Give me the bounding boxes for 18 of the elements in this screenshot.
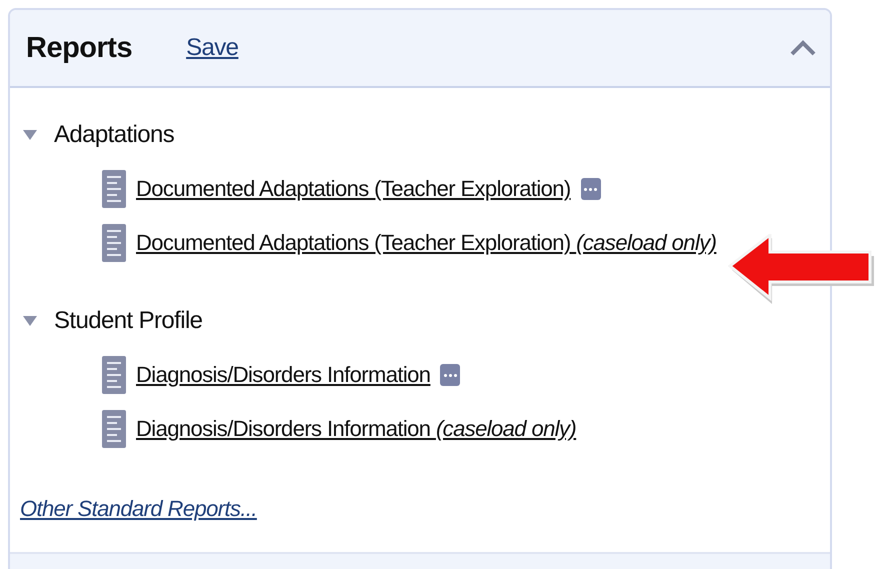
collapse-icon[interactable]: [790, 40, 816, 56]
report-link[interactable]: Diagnosis/Disorders Information (caseload only): [136, 416, 576, 442]
panel-title: Reports: [26, 32, 132, 64]
more-button[interactable]: [440, 364, 460, 386]
save-link[interactable]: Save: [186, 34, 238, 62]
document-icon: [102, 410, 126, 448]
expand-toggle-icon[interactable]: [22, 314, 38, 328]
document-icon: [102, 224, 126, 262]
expand-toggle-icon[interactable]: [22, 128, 38, 142]
group-label[interactable]: Adaptations: [54, 121, 174, 149]
other-reports-link[interactable]: Other Standard Reports...: [20, 496, 257, 522]
report-link[interactable]: Documented Adaptations (Teacher Exploration): [136, 176, 571, 202]
report-link[interactable]: Diagnosis/Disorders Information: [136, 362, 430, 388]
group-label[interactable]: Student Profile: [54, 307, 202, 335]
document-icon: [102, 356, 126, 394]
document-icon: [102, 170, 126, 208]
report-link[interactable]: Documented Adaptations (Teacher Exploration) (caseload only): [136, 230, 716, 256]
more-button[interactable]: [580, 178, 601, 200]
